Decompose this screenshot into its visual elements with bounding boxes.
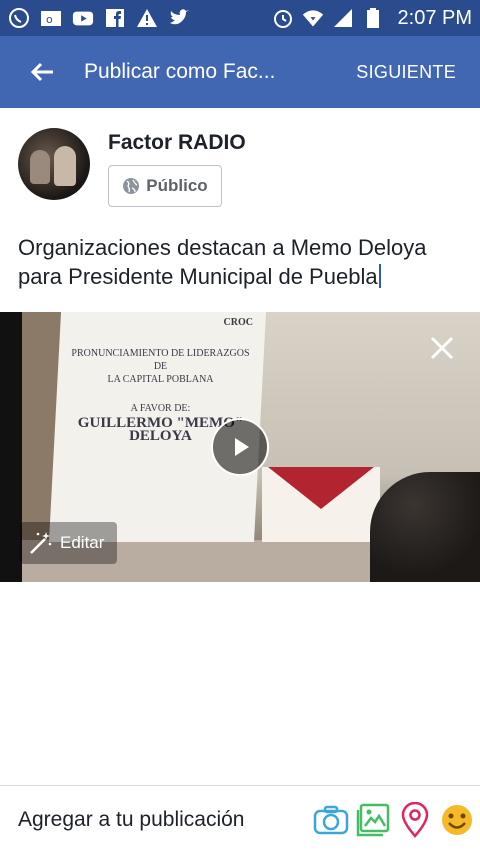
whatsapp-icon <box>8 7 30 29</box>
battery-icon <box>362 7 384 29</box>
youtube-icon <box>72 7 94 29</box>
play-button[interactable] <box>211 418 269 476</box>
warning-icon <box>136 7 158 29</box>
alarm-icon <box>272 7 294 29</box>
remove-media-button[interactable] <box>426 332 458 364</box>
add-to-post-bar[interactable]: Agregar a tu publicación <box>0 786 480 854</box>
photo-icon <box>356 803 390 837</box>
magic-wand-icon <box>30 532 52 554</box>
status-bar: o 2:07 PM <box>0 0 480 36</box>
author-header: Factor RADIO Público <box>18 128 246 207</box>
camera-icon <box>313 805 349 835</box>
audience-label: Público <box>146 176 208 195</box>
back-button[interactable] <box>0 36 84 108</box>
post-text: Organizaciones destacan a Memo Deloya pa… <box>18 235 427 289</box>
signal-icon <box>332 7 354 29</box>
emoji-icon <box>442 805 472 835</box>
close-icon <box>430 336 454 360</box>
globe-icon <box>123 178 140 194</box>
twitter-icon <box>168 7 190 29</box>
add-to-post-label: Agregar a tu publicación <box>18 808 245 831</box>
app-bar: Publicar como Fac... SIGUIENTE <box>0 36 480 108</box>
outlook-icon: o <box>40 7 62 29</box>
camera-button[interactable] <box>312 801 350 839</box>
audience-button[interactable]: Público <box>108 165 222 207</box>
facebook-icon <box>104 7 126 29</box>
edit-button[interactable]: Editar <box>20 522 117 564</box>
photo-button[interactable] <box>354 801 392 839</box>
edit-label: Editar <box>60 533 105 552</box>
arrow-back-icon <box>30 62 53 82</box>
location-button[interactable] <box>396 801 434 839</box>
feeling-button[interactable] <box>438 801 476 839</box>
page-title: Publicar como Fac... <box>84 60 276 83</box>
next-button[interactable]: SIGUIENTE <box>332 62 480 83</box>
location-icon <box>401 802 429 838</box>
post-text-input[interactable]: Organizaciones destacan a Memo Deloya pa… <box>18 233 468 291</box>
svg-text:o: o <box>46 13 53 26</box>
play-icon <box>235 438 249 456</box>
text-caret <box>378 264 381 288</box>
wifi-icon <box>302 7 324 29</box>
author-name: Factor RADIO <box>108 131 246 154</box>
banner-logo: CROC <box>223 317 253 328</box>
status-time: 2:07 PM <box>397 6 472 29</box>
avatar[interactable] <box>18 128 90 200</box>
